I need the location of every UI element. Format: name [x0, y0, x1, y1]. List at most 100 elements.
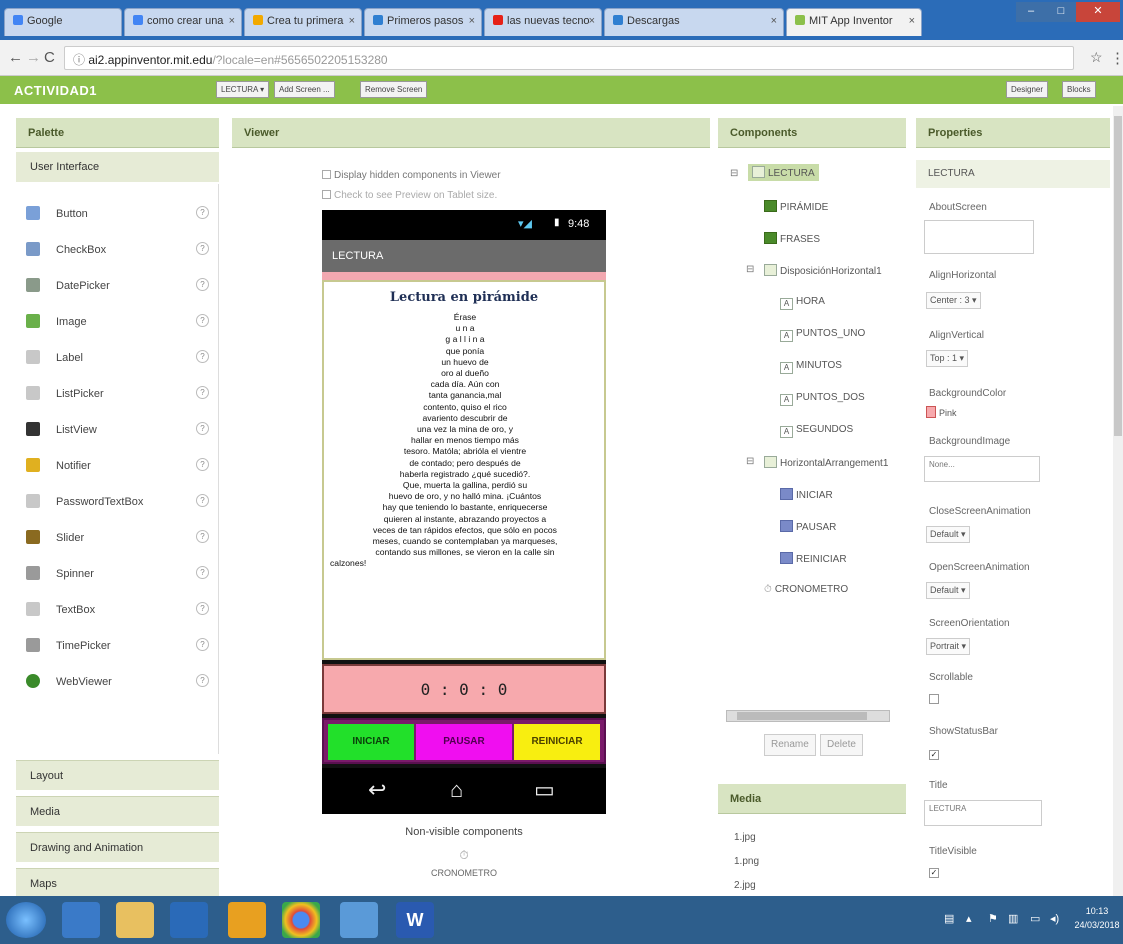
component-segundos[interactable]: A SEGUNDOS	[780, 424, 853, 438]
browser-tab-active[interactable]: MIT App Inventor ×	[786, 8, 922, 36]
prop-title-input[interactable]: LECTURA	[924, 800, 1042, 826]
chrome-icon[interactable]	[282, 902, 320, 938]
url-input[interactable]: ⓘ ai2.appinventor.mit.edu/?locale=en#565…	[64, 46, 1074, 70]
back-icon[interactable]: ←	[8, 49, 23, 66]
media-player-icon[interactable]	[170, 902, 208, 938]
bookmark-star-icon[interactable]: ☆	[1090, 49, 1103, 66]
close-icon[interactable]: ×	[469, 15, 475, 27]
component-pausar[interactable]: PAUSAR	[780, 520, 836, 533]
add-screen-button[interactable]: Add Screen ...	[274, 81, 335, 98]
reading-area[interactable]: Lectura en pirámide Érase u n ag a l l i …	[322, 280, 606, 660]
timer-arrangement[interactable]: 0 : 0 : 0	[322, 664, 606, 714]
blocks-button[interactable]: Blocks	[1062, 81, 1096, 98]
help-icon[interactable]: ?	[196, 206, 209, 219]
help-icon[interactable]: ?	[196, 530, 209, 543]
prop-scrollable-checkbox[interactable]	[929, 694, 939, 704]
forward-icon[interactable]: →	[26, 49, 41, 66]
palette-item-slider[interactable]: Slider?	[16, 524, 219, 552]
palette-item-notifier[interactable]: Notifier?	[16, 452, 219, 480]
remove-screen-button[interactable]: Remove Screen	[360, 81, 428, 98]
help-icon[interactable]: ?	[196, 458, 209, 471]
collapse-icon[interactable]: ⊟	[746, 264, 754, 275]
collapse-icon[interactable]: ⊟	[746, 456, 754, 467]
help-icon[interactable]: ?	[196, 386, 209, 399]
help-icon[interactable]: ?	[196, 566, 209, 579]
home-icon[interactable]: ⌂	[450, 777, 463, 803]
delete-button[interactable]: Delete	[820, 734, 863, 756]
window-close-button[interactable]: ✕	[1076, 2, 1120, 22]
palette-item-image[interactable]: Image?	[16, 308, 219, 336]
palette-item-textbox[interactable]: TextBox?	[16, 596, 219, 624]
close-icon[interactable]: ×	[349, 15, 355, 27]
component-iniciar[interactable]: INICIAR	[780, 488, 833, 501]
help-icon[interactable]: ?	[196, 674, 209, 687]
prop-close-anim-dropdown[interactable]: Default ▾	[926, 526, 970, 543]
palette-item-checkbox[interactable]: CheckBox?	[16, 236, 219, 264]
browser-tab-3[interactable]: Crea tu primera ×	[244, 8, 362, 36]
palette-group-media[interactable]: Media	[16, 796, 219, 826]
component-piramide[interactable]: PIRÁMIDE	[764, 200, 828, 213]
palette-item-listview[interactable]: ListView?	[16, 416, 219, 444]
close-icon[interactable]: ×	[229, 15, 235, 27]
prop-title-visible-checkbox[interactable]: ✓	[929, 868, 939, 878]
palette-item-passwordtextbox[interactable]: PasswordTextBox?	[16, 488, 219, 516]
prop-align-h-dropdown[interactable]: Center : 3 ▾	[926, 292, 981, 309]
prop-about-input[interactable]	[924, 220, 1034, 254]
vlc-icon[interactable]	[228, 902, 266, 938]
component-puntos-dos[interactable]: A PUNTOS_DOS	[780, 392, 865, 406]
component-hora[interactable]: A HORA	[780, 296, 825, 310]
help-icon[interactable]: ?	[196, 242, 209, 255]
nonvisible-cronometro[interactable]: CRONOMETRO	[322, 868, 606, 878]
minimize-button[interactable]: –	[1016, 2, 1046, 22]
back-icon[interactable]: ↩	[368, 777, 386, 803]
collapse-icon[interactable]: ⊟	[730, 168, 738, 179]
window-switch-icon[interactable]	[340, 902, 378, 938]
help-icon[interactable]: ?	[196, 494, 209, 507]
prop-show-status-checkbox[interactable]: ✓	[929, 750, 939, 760]
recent-apps-icon[interactable]: ▭	[534, 777, 555, 803]
media-file[interactable]: 1.jpg	[734, 832, 756, 843]
component-horizontal-arrangement[interactable]: HorizontalArrangement1	[764, 456, 888, 469]
volume-icon[interactable]: ◂)	[1050, 912, 1059, 925]
file-explorer-icon[interactable]	[116, 902, 154, 938]
close-icon[interactable]: ×	[771, 15, 777, 27]
browser-tab-2[interactable]: como crear una ×	[124, 8, 242, 36]
palette-group-drawing[interactable]: Drawing and Animation	[16, 832, 219, 862]
component-minutos[interactable]: A MINUTOS	[780, 360, 842, 374]
flag-icon[interactable]: ⚑	[988, 912, 998, 925]
browser-tab-5[interactable]: las nuevas tecno ×	[484, 8, 602, 36]
browser-tab-4[interactable]: Primeros pasos ×	[364, 8, 482, 36]
component-reiniciar[interactable]: REINICIAR	[780, 552, 847, 565]
browser-tab-google[interactable]: Google	[4, 8, 122, 36]
palette-item-webviewer[interactable]: WebViewer?	[16, 668, 219, 696]
help-icon[interactable]: ?	[196, 350, 209, 363]
palette-item-listpicker[interactable]: ListPicker?	[16, 380, 219, 408]
page-scrollbar[interactable]	[1113, 106, 1123, 896]
browser-tab-6[interactable]: Descargas ×	[604, 8, 784, 36]
palette-item-spinner[interactable]: Spinner?	[16, 560, 219, 588]
system-clock[interactable]: 10:13 24/03/2018	[1073, 904, 1121, 932]
palette-item-timepicker[interactable]: TimePicker?	[16, 632, 219, 660]
help-icon[interactable]: ?	[196, 638, 209, 651]
prop-open-anim-dropdown[interactable]: Default ▾	[926, 582, 970, 599]
palette-item-button[interactable]: Button?	[16, 200, 219, 228]
windows-start-icon[interactable]	[6, 902, 46, 938]
media-file[interactable]: 1.png	[734, 856, 759, 867]
palette-group-layout[interactable]: Layout	[16, 760, 219, 790]
component-cronometro[interactable]: ⏱ CRONOMETRO	[764, 584, 848, 595]
tablet-preview-checkbox[interactable]: Check to see Preview on Tablet size.	[322, 190, 497, 201]
help-icon[interactable]: ?	[196, 314, 209, 327]
pausar-button[interactable]: PAUSAR	[416, 724, 512, 760]
palette-item-datepicker[interactable]: DatePicker?	[16, 272, 219, 300]
palette-item-label[interactable]: Label?	[16, 344, 219, 372]
component-frases[interactable]: FRASES	[764, 232, 820, 245]
internet-explorer-icon[interactable]	[62, 902, 100, 938]
prop-bg-color-picker[interactable]: Pink	[926, 406, 957, 418]
network-icon[interactable]: ▥	[1008, 912, 1018, 925]
component-puntos-uno[interactable]: A PUNTOS_UNO	[780, 328, 865, 342]
power-icon[interactable]: ▭	[1030, 912, 1040, 925]
palette-group-maps[interactable]: Maps	[16, 868, 219, 896]
iniciar-button[interactable]: INICIAR	[328, 724, 414, 760]
menu-icon[interactable]: ⋮	[1110, 49, 1123, 67]
designer-button[interactable]: Designer	[1006, 81, 1049, 98]
